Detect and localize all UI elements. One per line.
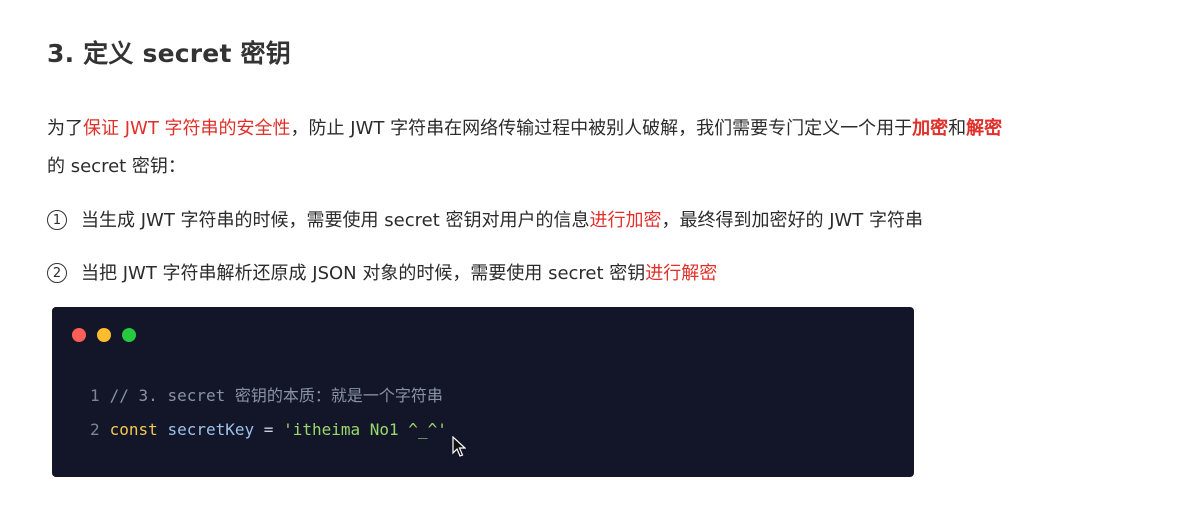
intro-highlight-encrypt: 加密 [912,118,949,139]
intro-highlight-decrypt: 解密 [966,118,1003,139]
intro-text: 和 [948,118,967,139]
list-item-text: 当生成 JWT 字符串的时候，需要使用 secret 密钥对用户的信息 [81,210,590,231]
intro-text: 为了 [47,118,83,139]
code-comment: // 3. secret 密钥的本质：就是一个字符串 [109,386,443,405]
list-item-highlight: 进行解密 [645,263,718,284]
intro-text: ，防止 JWT 字符串在网络传输过程中被别人破解，我们需要专门定义一个用于 [290,118,913,139]
window-minimize-dot-icon [97,328,111,342]
list-item: 1 当生成 JWT 字符串的时候，需要使用 secret 密钥对用户的信息进行加密… [47,208,923,234]
window-maximize-dot-icon [122,328,136,342]
list-item-text: ，最终得到加密好的 JWT 字符串 [661,210,924,231]
line-number: 2 [90,420,100,439]
code-keyword: const [109,420,158,439]
intro-paragraph: 为了保证 JWT 字符串的安全性，防止 JWT 字符串在网络传输过程中被别人破解… [47,116,1002,142]
circled-number-marker: 1 [47,210,67,230]
list-item-highlight: 进行加密 [589,210,662,231]
window-close-dot-icon [72,328,86,342]
code-block: 1 // 3. secret 密钥的本质：就是一个字符串 2 const secre… [52,307,914,477]
section-heading: 3. 定义 secret 密钥 [47,39,291,68]
mouse-pointer-icon [452,436,466,457]
intro-paragraph-line2: 的 secret 密钥： [47,156,186,177]
code-operator: = [263,420,274,439]
code-line: 2 const secretKey = 'itheima No1 ^_^' [90,420,447,439]
list-item-text: 当把 JWT 字符串解析还原成 JSON 对象的时候，需要使用 secret 密… [81,263,646,284]
code-string: 'itheima No1 ^_^' [283,420,447,439]
code-line: 1 // 3. secret 密钥的本质：就是一个字符串 [90,382,443,406]
code-variable: secretKey [167,420,255,439]
intro-highlight-security: 保证 JWT 字符串的安全性 [83,118,291,139]
circled-number-marker: 2 [47,263,67,283]
list-item: 2 当把 JWT 字符串解析还原成 JSON 对象的时候，需要使用 secret … [47,261,717,287]
line-number: 1 [90,386,100,405]
